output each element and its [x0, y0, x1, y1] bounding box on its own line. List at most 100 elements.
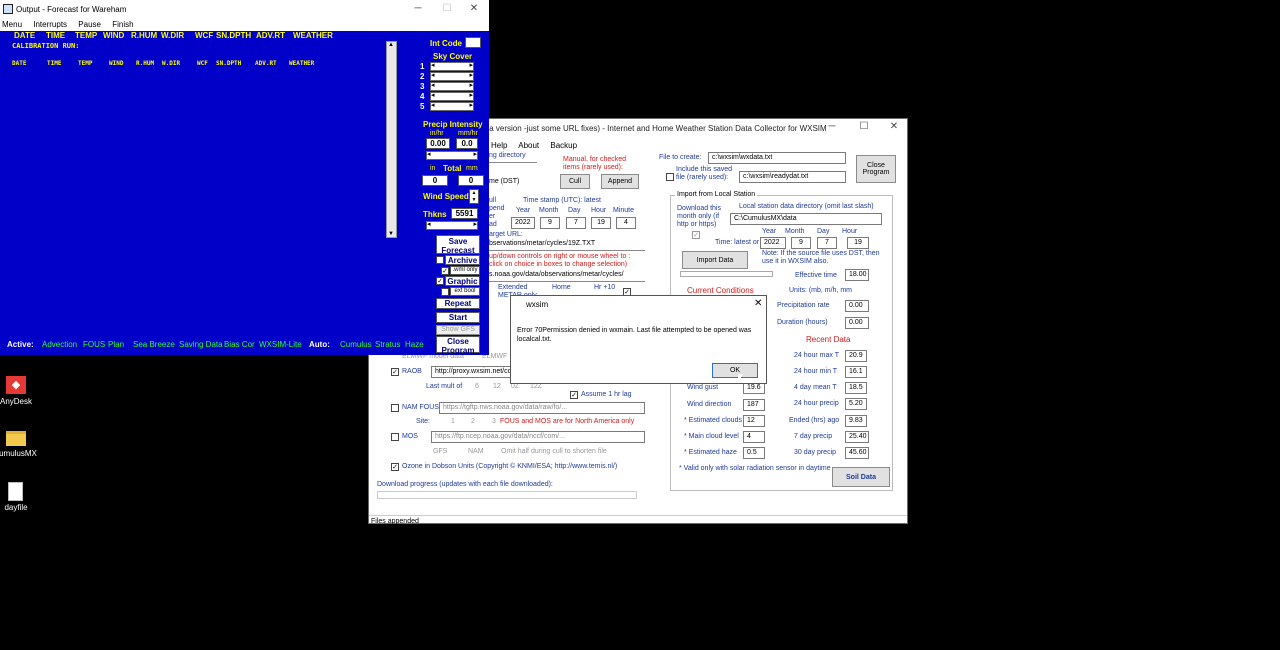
effective-time[interactable]: 18.00: [845, 269, 869, 281]
cull-button[interactable]: Cull: [560, 174, 590, 189]
mos-checkbox[interactable]: [391, 433, 399, 441]
menu-about[interactable]: About: [518, 141, 539, 150]
desktop-icon-anydesk[interactable]: ◆ AnyDesk: [0, 372, 60, 408]
menu-finish[interactable]: Finish: [112, 20, 133, 29]
show-gfs-button[interactable]: Show GFS: [436, 325, 480, 335]
soil-data-button[interactable]: Soil Data: [832, 467, 890, 487]
archive-toggle[interactable]: Archive: [445, 255, 480, 265]
file-to-create-field[interactable]: c:\wxsim\wxdata.txt: [708, 152, 846, 164]
local-ts-day[interactable]: 7: [817, 237, 837, 249]
start-fresh-button[interactable]: Start Fresh: [436, 312, 480, 331]
minimize-icon[interactable]: ─: [411, 3, 425, 14]
dialog-ok-button[interactable]: OK: [712, 363, 758, 378]
output-text-area[interactable]: CALIBRATION RUN: DATE TIME TEMP WIND R.H…: [12, 41, 397, 238]
est-haze[interactable]: 0.5: [743, 447, 765, 459]
site-1[interactable]: 1: [451, 418, 455, 425]
est-clouds[interactable]: 12: [743, 415, 765, 427]
target-url-field[interactable]: bservations/metar/cycles/19Z.TXT: [489, 240, 645, 251]
main-cloud[interactable]: 4: [743, 431, 765, 443]
int-code-field[interactable]: [465, 37, 481, 48]
total-mm-field[interactable]: 0: [458, 175, 484, 186]
ext-bool-checkbox[interactable]: [441, 288, 449, 296]
minimize-icon[interactable]: ─: [825, 121, 839, 132]
menu-menu[interactable]: Menu: [2, 20, 22, 29]
sky-row-2-scroll[interactable]: [430, 71, 474, 81]
sky-row-3-scroll[interactable]: [430, 81, 474, 91]
graphic-toggle[interactable]: Graphic: [445, 276, 480, 286]
saved-file-field[interactable]: c:\wxsim\readydat.txt: [739, 171, 846, 183]
local-ts-hour[interactable]: 19: [847, 237, 869, 249]
site-3[interactable]: 3: [492, 418, 496, 425]
thkns-scroll[interactable]: [426, 220, 478, 230]
raob-option-0z[interactable]: 0Z: [511, 383, 519, 390]
ts-year[interactable]: 2022: [511, 217, 535, 229]
wml-only-checkbox[interactable]: ✓: [441, 267, 449, 275]
import-data-button[interactable]: Import Data: [682, 251, 748, 269]
local-ts-month[interactable]: 9: [791, 237, 811, 249]
repeat-button[interactable]: Repeat: [436, 298, 480, 309]
base-url: s.noaa.gov/data/observations/metar/cycle…: [489, 271, 624, 278]
graphic-checkbox[interactable]: ✓: [436, 277, 444, 285]
sky-row-4-scroll[interactable]: [430, 91, 474, 101]
ozone-checkbox[interactable]: ✓: [391, 463, 399, 471]
output-scrollbar[interactable]: ▲ ▼: [386, 41, 397, 238]
precip-rate[interactable]: 0.00: [845, 300, 869, 312]
nam-url[interactable]: https://tgftp.nws.noaa.gov/data/raw/fo/.…: [439, 402, 645, 414]
scroll-up-icon[interactable]: ▲: [388, 42, 394, 48]
close-icon[interactable]: ✕: [887, 121, 901, 132]
local-ts-year[interactable]: 2022: [760, 237, 786, 249]
close-icon[interactable]: ✕: [467, 3, 481, 14]
in-hr-field[interactable]: 0.00: [426, 138, 450, 149]
download-month-checkbox[interactable]: ✓: [692, 231, 700, 239]
desktop-icon-dayfile[interactable]: dayfile: [0, 480, 60, 516]
raob-option-12z[interactable]: 12Z: [530, 383, 542, 390]
ts-minute[interactable]: 4: [616, 217, 636, 229]
append-button[interactable]: Append: [601, 174, 639, 189]
precip-scroll[interactable]: [426, 150, 478, 160]
menu-interrupts[interactable]: Interrupts: [33, 20, 67, 29]
raob-option-12[interactable]: 12: [493, 383, 501, 390]
mean-t[interactable]: 18.5: [845, 382, 867, 394]
maximize-icon[interactable]: ☐: [857, 121, 871, 132]
mm-hr-field[interactable]: 0.0: [456, 138, 478, 149]
mos-url[interactable]: https://ftp.ncep.noaa.gov/data/nccf/com/…: [431, 431, 645, 443]
base-url-field[interactable]: s.noaa.gov/data/observations/metar/cycle…: [489, 271, 645, 282]
ts-day[interactable]: 7: [566, 217, 586, 229]
total-in-field[interactable]: 0: [422, 175, 448, 186]
thkns-field[interactable]: 5591: [451, 208, 478, 219]
wind-dir[interactable]: 187: [743, 399, 765, 411]
archive-checkbox[interactable]: [436, 256, 444, 264]
nam-fous-checkbox[interactable]: [391, 404, 399, 412]
ts-hour[interactable]: 19: [591, 217, 611, 229]
output-titlebar[interactable]: Output - Forecast for Wareham ─ ☐ ✕: [0, 0, 489, 19]
sky-row-5-scroll[interactable]: [430, 101, 474, 111]
close-program-button[interactable]: Close Program: [436, 336, 480, 355]
maximize-icon[interactable]: ☐: [440, 3, 454, 14]
menu-help[interactable]: Help: [491, 141, 507, 150]
assume-lag-checkbox[interactable]: ✓: [570, 391, 578, 399]
site-2[interactable]: 2: [471, 418, 475, 425]
dialog-close-icon[interactable]: ✕: [754, 298, 762, 309]
menu-backup[interactable]: Backup: [550, 141, 577, 150]
precip7[interactable]: 25.40: [845, 431, 869, 443]
local-ts-header-hour: Hour: [842, 228, 858, 235]
menu-pause[interactable]: Pause: [78, 20, 101, 29]
desktop-icon-cumulusmx[interactable]: umulusMX: [0, 427, 60, 463]
ended[interactable]: 9.83: [845, 415, 867, 427]
include-saved-checkbox[interactable]: [666, 173, 674, 181]
min-t[interactable]: 16.1: [845, 366, 867, 378]
raob-option-6[interactable]: 6: [475, 383, 479, 390]
max-t[interactable]: 20.9: [845, 350, 867, 362]
sky-row-1-scroll[interactable]: [430, 61, 474, 71]
ts-month[interactable]: 9: [540, 217, 560, 229]
duration[interactable]: 0.00: [845, 317, 869, 329]
raob-checkbox[interactable]: ✓: [391, 368, 399, 376]
wind-speed-spinner[interactable]: ▲ ▼: [469, 189, 479, 204]
local-dir-field[interactable]: C:\CumulusMX\data: [730, 213, 882, 225]
save-forecast-button[interactable]: Save Forecast: [436, 235, 480, 255]
precip24[interactable]: 5.20: [845, 398, 867, 410]
raob-url[interactable]: http://proxy.wxsim.net/co: [431, 366, 511, 378]
close-program-button[interactable]: Close Program: [856, 155, 896, 183]
scroll-down-icon[interactable]: ▼: [388, 231, 394, 237]
precip30[interactable]: 45.60: [845, 447, 869, 459]
